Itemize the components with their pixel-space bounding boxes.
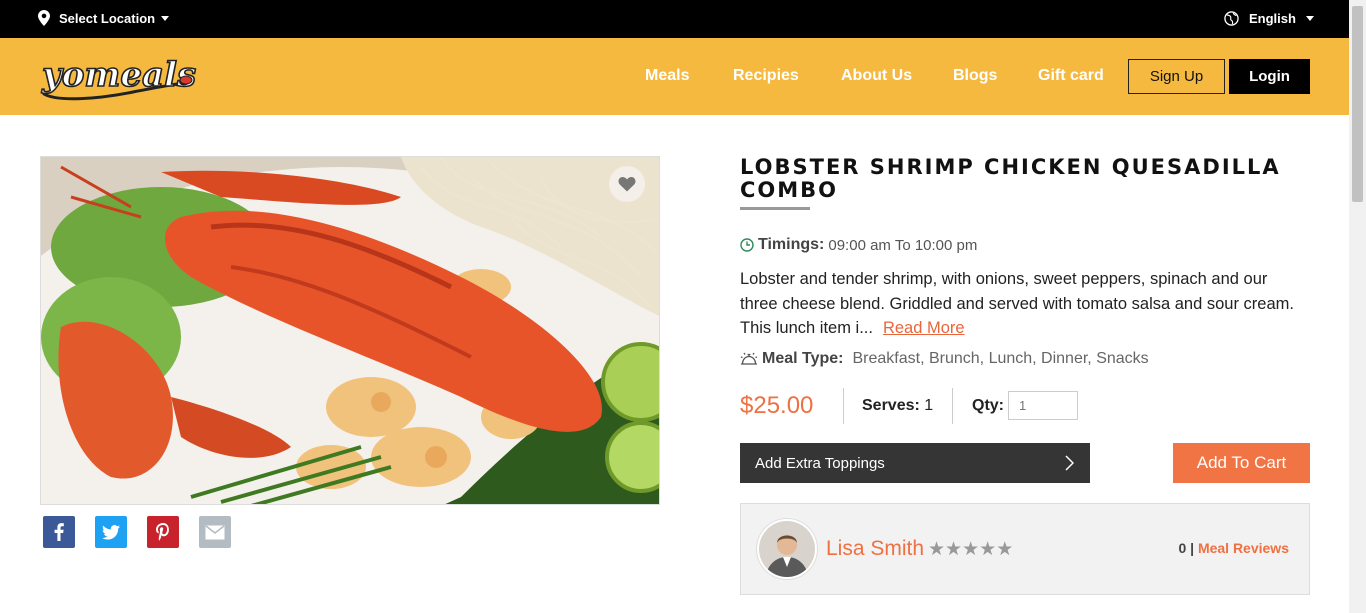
rating-stars: ★★★★★ bbox=[928, 538, 1013, 561]
timings-row: Timings: 09:00 am To 10:00 pm bbox=[740, 236, 977, 254]
select-location-dropdown[interactable]: Select Location bbox=[38, 10, 170, 26]
toppings-label: Add Extra Toppings bbox=[755, 454, 885, 472]
email-icon bbox=[205, 524, 225, 539]
star-icon: ★ bbox=[945, 539, 963, 560]
meal-price: $25.00 bbox=[740, 392, 814, 419]
quantity-input[interactable] bbox=[1008, 391, 1078, 420]
caret-down-icon bbox=[161, 15, 170, 21]
serves-label: Serves: bbox=[862, 397, 920, 414]
divider bbox=[952, 388, 953, 424]
review-count: 0 | Meal Reviews bbox=[1178, 540, 1289, 556]
nav-about-us[interactable]: About Us bbox=[841, 67, 912, 85]
sign-up-button[interactable]: Sign Up bbox=[1128, 59, 1225, 94]
meal-type-row: Meal Type: Breakfast, Brunch, Lunch, Din… bbox=[740, 350, 1149, 368]
timings-label: Timings: bbox=[758, 236, 825, 253]
language-dropdown[interactable]: English bbox=[1224, 11, 1314, 26]
qty-label: Qty: bbox=[972, 397, 1004, 414]
twitter-icon bbox=[102, 524, 120, 540]
pinterest-icon bbox=[156, 523, 169, 541]
page-scrollbar[interactable] bbox=[1349, 0, 1366, 613]
star-icon: ★ bbox=[962, 539, 980, 560]
qty-label-wrap: Qty: bbox=[972, 397, 1004, 415]
timings-value: 09:00 am To 10:00 pm bbox=[828, 236, 978, 254]
meal-description: Lobster and tender shrimp, with onions, … bbox=[740, 267, 1300, 341]
star-icon: ★ bbox=[996, 539, 1014, 560]
chef-avatar[interactable] bbox=[757, 519, 817, 579]
meal-photo bbox=[40, 156, 660, 505]
favorite-button[interactable] bbox=[609, 166, 645, 202]
twitter-share-button[interactable] bbox=[95, 516, 127, 548]
yomeals-logo[interactable]: yomeals bbox=[38, 44, 198, 108]
review-count-value: 0 bbox=[1178, 540, 1187, 556]
login-button[interactable]: Login bbox=[1229, 59, 1310, 94]
scrollbar-thumb[interactable] bbox=[1352, 6, 1363, 202]
meal-type-value: Breakfast, Brunch, Lunch, Dinner, Snacks bbox=[852, 350, 1149, 367]
review-separator: | bbox=[1190, 540, 1195, 556]
globe-icon bbox=[1224, 11, 1239, 26]
description-text: Lobster and tender shrimp, with onions, … bbox=[740, 270, 1294, 337]
chef-name[interactable]: Lisa Smith bbox=[826, 537, 924, 561]
star-icon: ★ bbox=[979, 539, 997, 560]
read-more-link[interactable]: Read More bbox=[883, 319, 965, 337]
cloche-icon bbox=[740, 352, 758, 365]
meal-reviews-link[interactable]: Meal Reviews bbox=[1198, 540, 1289, 556]
add-extra-toppings-button[interactable]: Add Extra Toppings bbox=[740, 443, 1090, 483]
nav-recipies[interactable]: Recipies bbox=[733, 67, 799, 85]
meal-type-label: Meal Type: bbox=[762, 350, 844, 367]
location-label: Select Location bbox=[59, 10, 156, 26]
star-icon: ★ bbox=[928, 539, 946, 560]
caret-down-icon bbox=[1305, 16, 1314, 21]
site-header: yomeals Meals Recipies About Us Blogs Gi… bbox=[0, 38, 1349, 115]
divider bbox=[843, 388, 844, 424]
serves-value: 1 bbox=[924, 397, 934, 414]
chef-photo bbox=[759, 521, 815, 577]
nav-blogs[interactable]: Blogs bbox=[953, 67, 997, 85]
svg-text:yomeals: yomeals bbox=[41, 55, 196, 95]
heart-icon bbox=[618, 176, 636, 192]
nav-gift-card[interactable]: Gift card bbox=[1038, 67, 1104, 85]
chef-card: Lisa Smith ★★★★★ 0 | Meal Reviews bbox=[740, 503, 1310, 595]
meal-title: LOBSTER SHRIMP CHICKEN QUESADILLA COMBO bbox=[740, 155, 1281, 202]
title-underline bbox=[740, 207, 810, 210]
pinterest-share-button[interactable] bbox=[147, 516, 179, 548]
email-share-button[interactable] bbox=[199, 516, 231, 548]
clock-icon bbox=[740, 238, 754, 252]
chevron-right-icon bbox=[1065, 455, 1074, 471]
facebook-icon bbox=[54, 523, 64, 541]
serves-info: Serves: 1 bbox=[862, 397, 933, 415]
top-bar: Select Location English bbox=[0, 0, 1349, 38]
add-to-cart-button[interactable]: Add To Cart bbox=[1173, 443, 1310, 483]
location-pin-icon bbox=[38, 10, 50, 26]
language-label: English bbox=[1249, 11, 1296, 26]
lobster-dish-image bbox=[41, 157, 659, 504]
nav-meals[interactable]: Meals bbox=[645, 67, 689, 85]
facebook-share-button[interactable] bbox=[43, 516, 75, 548]
